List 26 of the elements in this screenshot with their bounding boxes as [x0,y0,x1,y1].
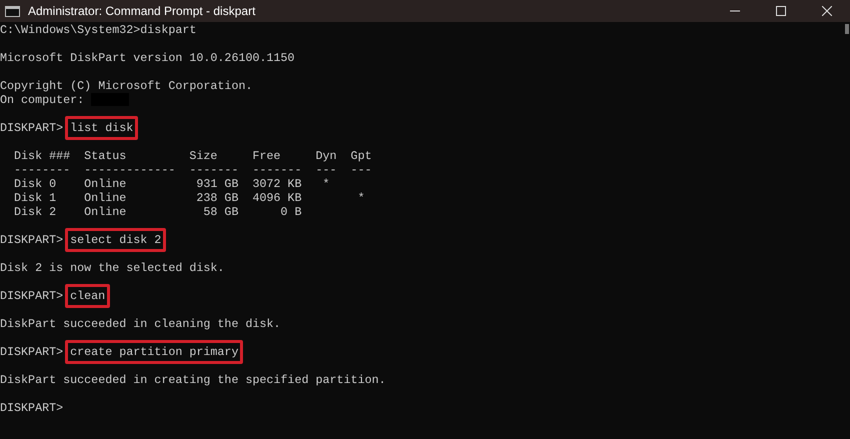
output-line: Microsoft DiskPart version 10.0.26100.1150 [0,51,295,65]
command-text: create partition primary [65,340,244,364]
output-line: DISKPART> [0,401,64,415]
prompt: DISKPART> [0,289,64,303]
maximize-icon [776,6,786,16]
output-line: Disk 0 Online 931 GB 3072 KB * [13,177,330,191]
output-line: Disk 1 Online 238 GB 4096 KB * [13,191,365,205]
window-title: Administrator: Command Prompt - diskpart [28,3,256,20]
output-line: Disk ### Status Size Free Dyn Gpt [13,149,372,163]
output-line: Disk 2 is now the selected disk. [0,261,224,275]
close-icon [822,6,832,16]
output-line: C:\Windows\System32>diskpart [0,23,196,37]
output-line: Copyright (C) Microsoft Corporation. [0,79,252,93]
command-text: list disk [65,116,138,140]
output-line: Disk 2 Online 58 GB 0 B [13,205,302,219]
terminal-icon [5,6,20,16]
prompt: DISKPART> [0,121,64,135]
output-line: -------- ------------- ------- ------- --- --- [13,163,372,177]
output-line: DiskPart succeeded in cleaning the disk. [0,317,281,331]
prompt: DISKPART> [0,233,64,247]
output-line: On computer: [0,93,86,107]
scrollbar[interactable] [845,24,849,34]
command-text: select disk 2 [65,228,166,252]
output-line: DiskPart succeeded in creating the specified partition. [0,373,386,387]
prompt: DISKPART> [0,345,64,359]
command-text: clean [65,284,110,308]
